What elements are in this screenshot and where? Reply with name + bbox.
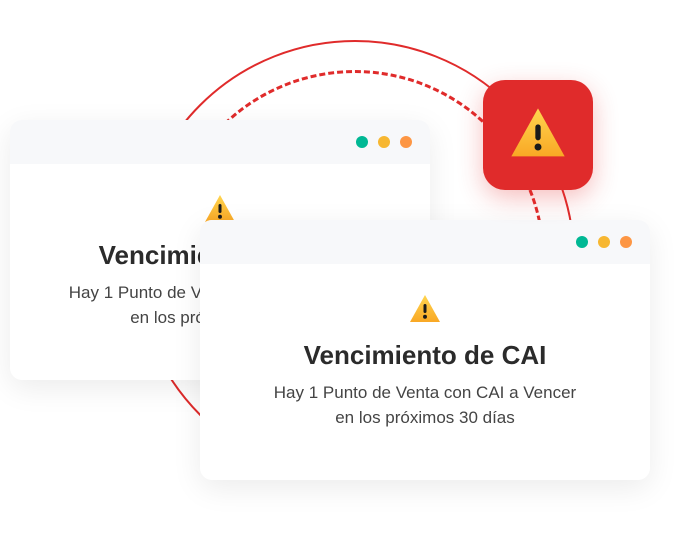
window-titlebar bbox=[10, 120, 430, 164]
alert-body: Hay 1 Punto de Venta con CAI a Vencer en… bbox=[265, 381, 585, 430]
window-titlebar bbox=[200, 220, 650, 264]
traffic-light-green bbox=[356, 136, 368, 148]
window-body: Vencimiento de CAI Hay 1 Punto de Venta … bbox=[200, 264, 650, 458]
traffic-light-green bbox=[576, 236, 588, 248]
alert-badge bbox=[483, 80, 593, 190]
alert-title: Vencimiento de CAI bbox=[304, 340, 547, 371]
warning-icon bbox=[506, 103, 570, 167]
warning-icon bbox=[407, 292, 443, 328]
alert-window-front: Vencimiento de CAI Hay 1 Punto de Venta … bbox=[200, 220, 650, 480]
traffic-light-yellow bbox=[598, 236, 610, 248]
traffic-light-orange bbox=[400, 136, 412, 148]
traffic-light-yellow bbox=[378, 136, 390, 148]
traffic-light-orange bbox=[620, 236, 632, 248]
